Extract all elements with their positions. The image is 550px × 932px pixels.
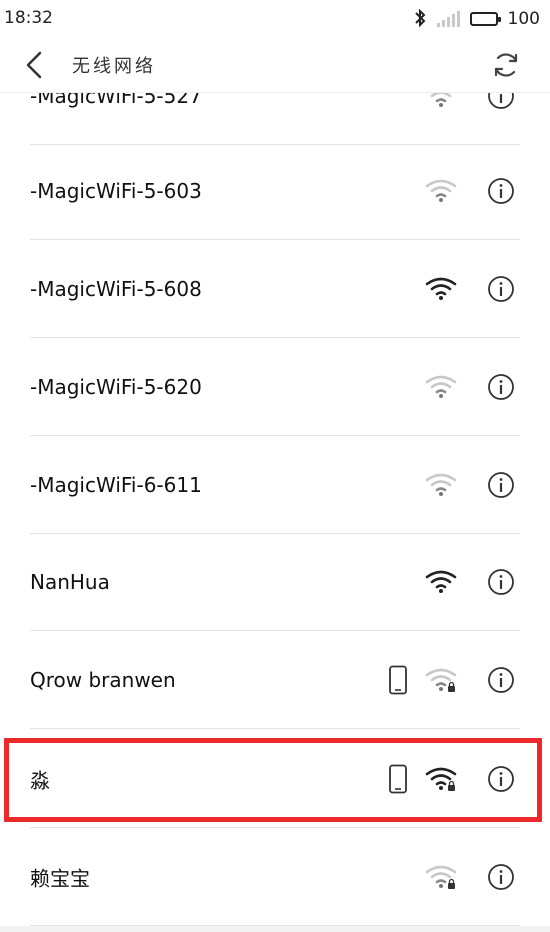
back-button[interactable]: [18, 48, 52, 82]
wifi-icon: [424, 568, 458, 596]
network-name: -MagicWiFi-5-608: [30, 277, 202, 301]
network-name: -MagicWiFi-5-527: [30, 93, 202, 108]
refresh-icon: [494, 53, 518, 77]
network-name: -MagicWiFi-6-611: [30, 473, 202, 497]
wifi-locked-icon: [424, 765, 458, 793]
battery-level: 100: [507, 9, 540, 29]
network-row[interactable]: Qrow branwen: [0, 631, 550, 729]
page-title: 无线网络: [72, 56, 156, 77]
battery-icon: [469, 12, 501, 26]
info-icon[interactable]: [487, 765, 515, 793]
wifi-network-list: -MagicWiFi-5-527 -MagicWiFi-5-603 -MagicWi…: [0, 93, 550, 932]
wifi-icon: [424, 275, 458, 303]
wifi-icon: [424, 93, 458, 110]
wifi-locked-icon: [424, 863, 458, 891]
network-name: -MagicWiFi-5-620: [30, 375, 202, 399]
network-row[interactable]: NanHua: [0, 533, 550, 631]
status-icons: 100: [413, 8, 540, 30]
wifi-icon: [424, 177, 458, 205]
row-divider: [30, 728, 520, 729]
info-icon[interactable]: [487, 863, 515, 891]
info-icon[interactable]: [487, 666, 515, 694]
wifi-icon: [424, 471, 458, 499]
network-name: NanHua: [30, 570, 110, 594]
phone-icon: [388, 764, 408, 794]
bluetooth-icon: [413, 8, 427, 31]
network-name: Qrow branwen: [30, 668, 176, 692]
network-row[interactable]: -MagicWiFi-5-608: [0, 240, 550, 338]
network-row[interactable]: 淼: [0, 730, 550, 828]
info-icon[interactable]: [487, 177, 515, 205]
wifi-icon: [424, 373, 458, 401]
info-icon[interactable]: [487, 471, 515, 499]
network-row[interactable]: -MagicWiFi-5-620: [0, 338, 550, 436]
network-name: 赖宝宝: [30, 866, 90, 891]
network-row[interactable]: -MagicWiFi-5-603: [0, 142, 550, 240]
status-time: 18:32: [4, 8, 53, 28]
info-icon[interactable]: [487, 93, 515, 110]
info-icon[interactable]: [487, 275, 515, 303]
wifi-locked-icon: [424, 666, 458, 694]
network-name: -MagicWiFi-5-603: [30, 179, 202, 203]
network-row[interactable]: 赖宝宝: [0, 828, 550, 926]
network-row[interactable]: -MagicWiFi-5-527: [0, 93, 550, 145]
signal-icon: [436, 11, 460, 27]
info-icon[interactable]: [487, 373, 515, 401]
phone-icon: [388, 665, 408, 695]
status-bar: 18:32 100: [0, 0, 550, 38]
network-name: 淼: [30, 768, 50, 793]
info-icon[interactable]: [487, 568, 515, 596]
bottom-divider: [0, 926, 550, 932]
refresh-button[interactable]: [490, 49, 522, 81]
app-header: 无线网络: [0, 38, 550, 93]
network-row[interactable]: -MagicWiFi-6-611: [0, 436, 550, 534]
chevron-left-icon: [26, 51, 42, 79]
